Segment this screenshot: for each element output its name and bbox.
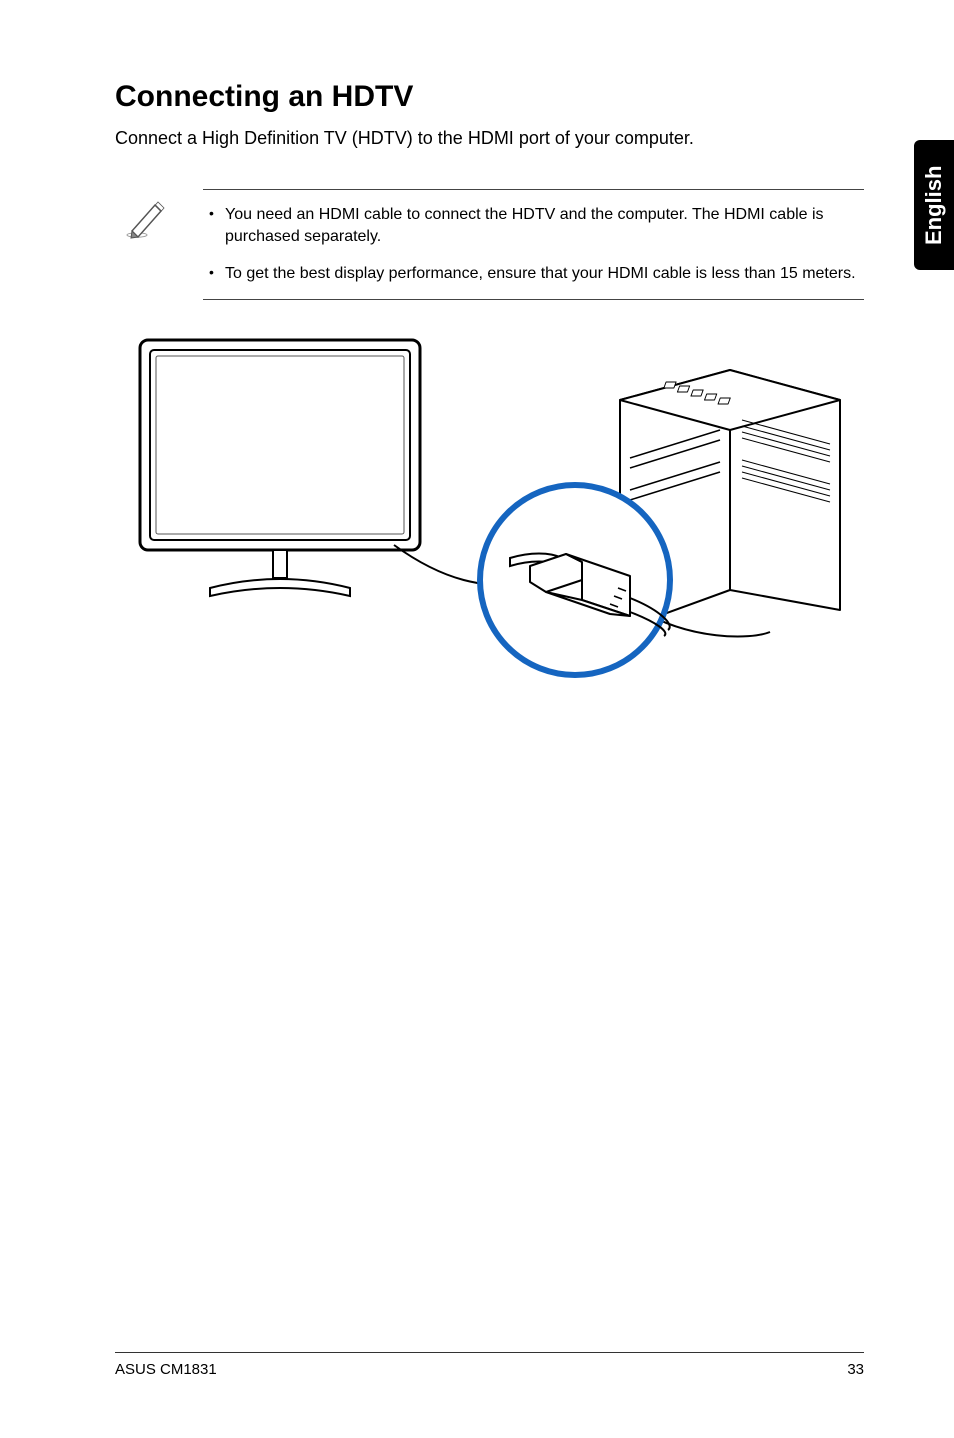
note-block: You need an HDMI cable to connect the HD… [123,189,864,300]
note-item: To get the best display performance, ens… [203,263,864,285]
intro-text: Connect a High Definition TV (HDTV) to t… [115,128,864,149]
note-content: You need an HDMI cable to connect the HD… [203,189,864,300]
document-page: English Connecting an HDTV Connect a Hig… [0,0,954,1438]
footer-model: ASUS CM1831 [115,1361,217,1378]
pencil-icon [123,189,173,300]
footer-page-number: 33 [847,1361,864,1378]
section-heading: Connecting an HDTV [115,80,864,114]
page-footer: ASUS CM1831 33 [115,1352,864,1378]
note-item: You need an HDMI cable to connect the HD… [203,204,864,247]
hdmi-connection-figure [130,330,850,680]
language-tab: English [914,140,954,270]
